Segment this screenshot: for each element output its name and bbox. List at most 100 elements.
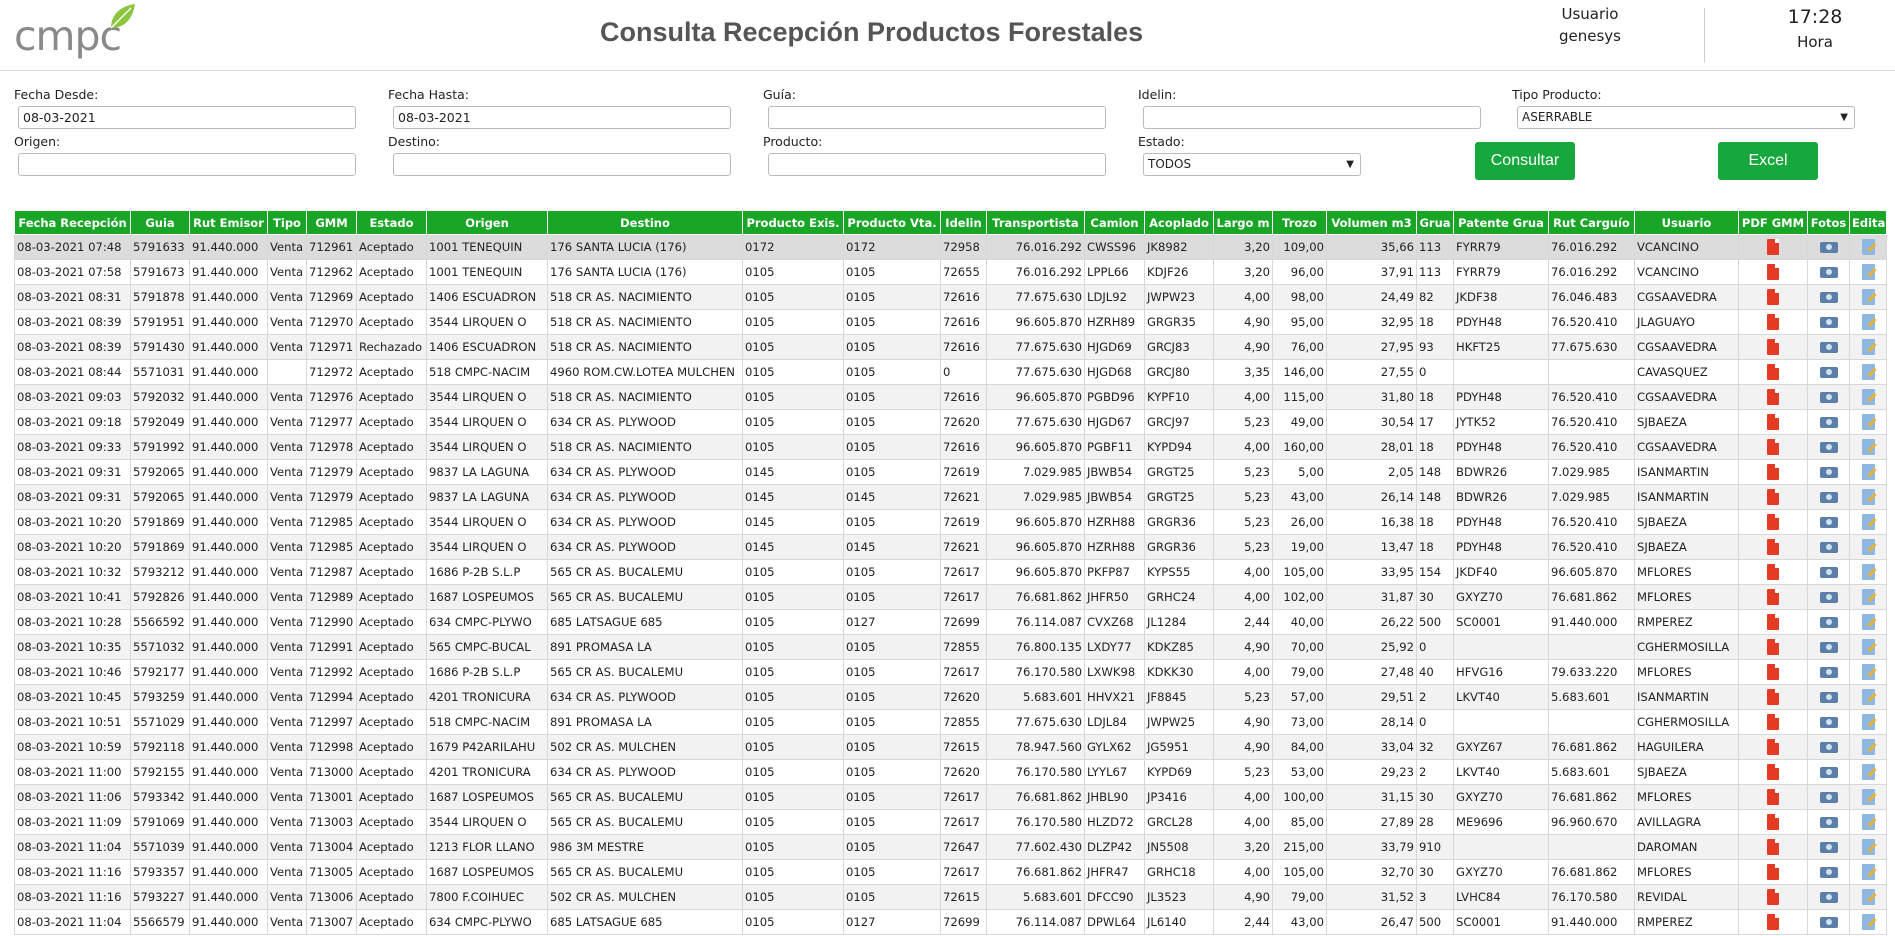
table-row[interactable]: 08-03-2021 11:04 5566579 91.440.000 Venta 71… [14,909,1887,935]
table-row[interactable]: 08-03-2021 11:16 5793357 91.440.000 Venta 71… [14,859,1887,885]
table-row[interactable]: 08-03-2021 09:31 5792065 91.440.000 Venta 71… [14,484,1887,510]
camera-cell[interactable] [1807,584,1850,610]
pdf-cell[interactable] [1738,559,1808,585]
camera-icon[interactable] [1819,342,1838,353]
pdf-cell[interactable] [1738,884,1808,910]
column-header[interactable]: Acoplado [1144,210,1214,235]
pdf-icon[interactable] [1767,914,1779,930]
edit-icon[interactable] [1861,714,1875,730]
column-header[interactable]: Fotos [1807,210,1850,235]
edit-icon[interactable] [1861,839,1875,855]
camera-cell[interactable] [1807,734,1850,760]
edit-icon[interactable] [1861,539,1875,555]
pdf-icon[interactable] [1767,639,1779,655]
pdf-cell[interactable] [1738,709,1808,735]
column-header[interactable]: Rut Carguío [1548,210,1635,235]
edit-cell[interactable] [1849,484,1887,510]
pdf-cell[interactable] [1738,309,1808,335]
pdf-icon[interactable] [1767,289,1779,305]
table-row[interactable]: 08-03-2021 10:51 5571029 91.440.000 Venta 71… [14,709,1887,735]
table-row[interactable]: 08-03-2021 09:31 5792065 91.440.000 Venta 71… [14,459,1887,485]
pdf-icon[interactable] [1767,239,1779,255]
camera-cell[interactable] [1807,259,1850,285]
table-row[interactable]: 08-03-2021 08:44 5571031 91.440.000 712972 A… [14,359,1887,385]
edit-icon[interactable] [1861,389,1875,405]
consultar-button[interactable]: Consultar [1475,142,1575,180]
pdf-cell[interactable] [1738,384,1808,410]
table-row[interactable]: 08-03-2021 09:33 5791992 91.440.000 Venta 71… [14,434,1887,460]
camera-cell[interactable] [1807,884,1850,910]
column-header[interactable]: Grua [1416,210,1454,235]
edit-icon[interactable] [1861,439,1875,455]
pdf-icon[interactable] [1767,864,1779,880]
pdf-cell[interactable] [1738,859,1808,885]
edit-icon[interactable] [1861,889,1875,905]
column-header[interactable]: PDF GMM [1738,210,1808,235]
camera-cell[interactable] [1807,659,1850,685]
pdf-cell[interactable] [1738,684,1808,710]
table-row[interactable]: 08-03-2021 07:48 5791633 91.440.000 Venta 71… [14,234,1887,260]
column-header[interactable]: Estado [356,210,427,235]
edit-icon[interactable] [1861,239,1875,255]
camera-icon[interactable] [1819,742,1838,753]
edit-cell[interactable] [1849,784,1887,810]
table-row[interactable]: 08-03-2021 10:32 5793212 91.440.000 Venta 71… [14,559,1887,585]
camera-cell[interactable] [1807,609,1850,635]
edit-cell[interactable] [1849,584,1887,610]
camera-icon[interactable] [1819,542,1838,553]
table-row[interactable]: 08-03-2021 08:39 5791430 91.440.000 Venta 71… [14,334,1887,360]
camera-icon[interactable] [1819,417,1838,428]
edit-icon[interactable] [1861,864,1875,880]
column-header[interactable]: Camion [1084,210,1145,235]
camera-icon[interactable] [1819,242,1838,253]
camera-icon[interactable] [1819,717,1838,728]
pdf-icon[interactable] [1767,439,1779,455]
pdf-icon[interactable] [1767,714,1779,730]
camera-icon[interactable] [1819,642,1838,653]
guia-input[interactable] [768,106,1106,129]
edit-cell[interactable] [1849,609,1887,635]
edit-icon[interactable] [1861,489,1875,505]
edit-icon[interactable] [1861,764,1875,780]
camera-icon[interactable] [1819,692,1838,703]
camera-cell[interactable] [1807,309,1850,335]
camera-icon[interactable] [1819,292,1838,303]
edit-cell[interactable] [1849,859,1887,885]
pdf-icon[interactable] [1767,489,1779,505]
edit-cell[interactable] [1849,284,1887,310]
column-header[interactable]: Guia [130,210,190,235]
edit-cell[interactable] [1849,834,1887,860]
camera-cell[interactable] [1807,759,1850,785]
edit-cell[interactable] [1849,384,1887,410]
edit-icon[interactable] [1861,414,1875,430]
column-header[interactable]: GMM [306,210,357,235]
pdf-icon[interactable] [1767,339,1779,355]
edit-icon[interactable] [1861,264,1875,280]
camera-cell[interactable] [1807,534,1850,560]
camera-cell[interactable] [1807,859,1850,885]
pdf-icon[interactable] [1767,614,1779,630]
camera-cell[interactable] [1807,559,1850,585]
column-header[interactable]: Producto Exis. [742,210,844,235]
camera-icon[interactable] [1819,592,1838,603]
camera-icon[interactable] [1819,817,1838,828]
table-row[interactable]: 08-03-2021 09:18 5792049 91.440.000 Venta 71… [14,409,1887,435]
pdf-cell[interactable] [1738,584,1808,610]
camera-cell[interactable] [1807,509,1850,535]
pdf-icon[interactable] [1767,514,1779,530]
camera-cell[interactable] [1807,809,1850,835]
edit-icon[interactable] [1861,614,1875,630]
camera-cell[interactable] [1807,909,1850,935]
camera-icon[interactable] [1819,867,1838,878]
edit-cell[interactable] [1849,634,1887,660]
pdf-cell[interactable] [1738,509,1808,535]
edit-icon[interactable] [1861,314,1875,330]
edit-icon[interactable] [1861,664,1875,680]
camera-cell[interactable] [1807,484,1850,510]
edit-cell[interactable] [1849,759,1887,785]
table-row[interactable]: 08-03-2021 10:45 5793259 91.440.000 Venta 71… [14,684,1887,710]
edit-cell[interactable] [1849,809,1887,835]
pdf-cell[interactable] [1738,459,1808,485]
edit-cell[interactable] [1849,559,1887,585]
camera-icon[interactable] [1819,567,1838,578]
